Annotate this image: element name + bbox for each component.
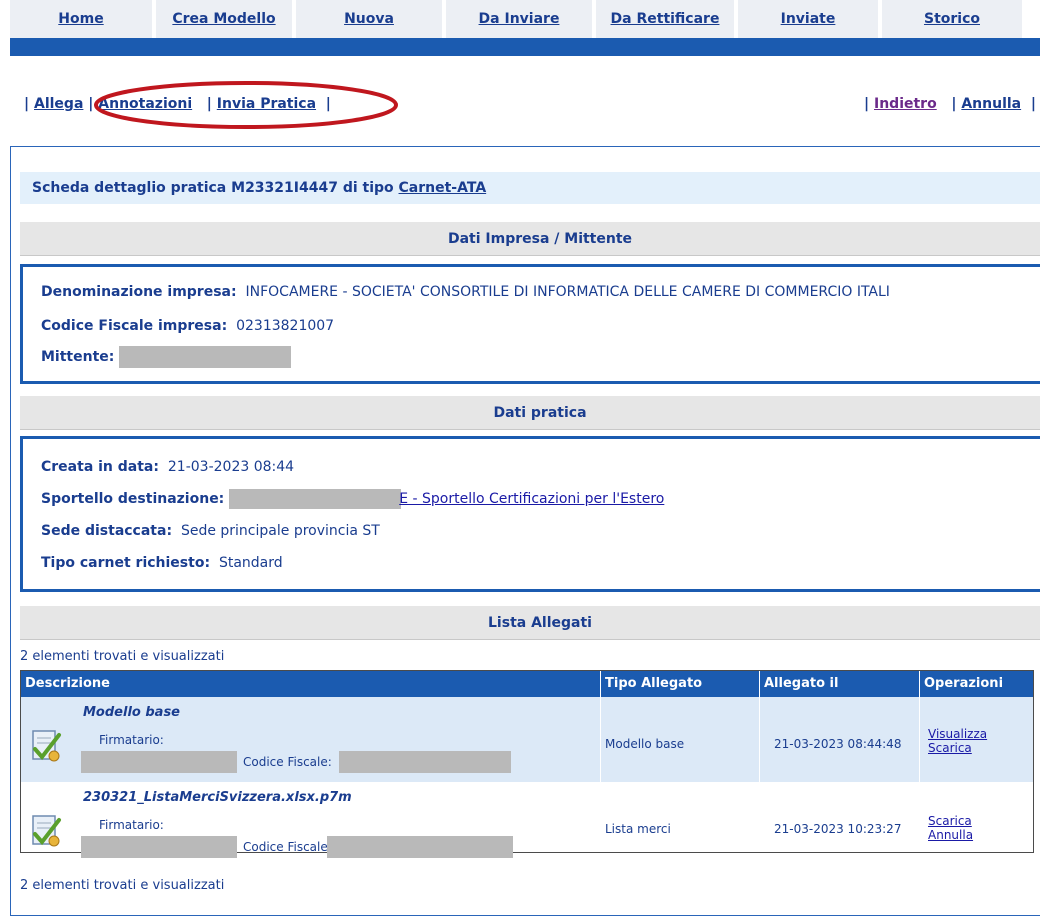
top-navigation: Home Crea Modello Nuova Da Inviare Da Re… bbox=[0, 0, 1040, 56]
scarica-link[interactable]: Scarica bbox=[928, 814, 973, 828]
panel-impresa: Denominazione impresa: INFOCAMERE - SOCI… bbox=[20, 264, 1040, 384]
sportello-link[interactable]: E - Sportello Certificazioni per l'Ester… bbox=[399, 491, 664, 507]
tab-home[interactable]: Home bbox=[10, 0, 152, 38]
field-creata-in-data: Creata in data: 21-03-2023 08:44 bbox=[41, 459, 295, 475]
tab-da-inviare[interactable]: Da Inviare bbox=[446, 0, 592, 38]
attachment-name: Modello base bbox=[83, 705, 180, 720]
field-tipo-carnet: Tipo carnet richiesto: Standard bbox=[41, 555, 283, 571]
cell-tipo: Lista merci bbox=[601, 782, 760, 852]
indietro-link[interactable]: Indietro bbox=[874, 96, 937, 112]
firmatario-label: Firmatario: bbox=[99, 733, 164, 747]
redacted-codice-fiscale bbox=[327, 836, 513, 858]
col-operazioni: Operazioni bbox=[924, 676, 1004, 691]
annulla-link[interactable]: Annulla bbox=[961, 96, 1021, 112]
section-allegati-heading: Lista Allegati bbox=[20, 606, 1040, 640]
action-links-right: | Indietro | Annulla | bbox=[864, 96, 1036, 112]
section-pratica-heading: Dati pratica bbox=[20, 396, 1040, 430]
cell-descrizione: 230321_ListaMerciSvizzera.xlsx.p7m Firma… bbox=[21, 782, 601, 858]
attachment-name: 230321_ListaMerciSvizzera.xlsx.p7m bbox=[83, 790, 352, 805]
cell-tipo: Modello base bbox=[601, 697, 760, 782]
detail-title-text: Scheda dettaglio pratica M23321I4447 di … bbox=[32, 180, 399, 196]
page-title: Scheda dettaglio pratica M23321I4447 di … bbox=[20, 172, 1040, 204]
field-mittente: Mittente: bbox=[41, 346, 291, 368]
visualizza-link[interactable]: Visualizza bbox=[928, 727, 987, 741]
type-link[interactable]: Carnet-ATA bbox=[399, 180, 487, 196]
tab-crea-modello[interactable]: Crea Modello bbox=[156, 0, 292, 38]
cell-operazioni: Scarica Annulla bbox=[920, 782, 1033, 852]
results-count-top: 2 elementi trovati e visualizzati bbox=[20, 649, 225, 664]
field-codice-fiscale-impresa: Codice Fiscale impresa: 02313821007 bbox=[41, 318, 335, 334]
firmatario-label: Firmatario: bbox=[99, 818, 164, 832]
nav-bar bbox=[10, 38, 1040, 56]
tab-nuova[interactable]: Nuova bbox=[296, 0, 442, 38]
highlight-oval bbox=[94, 81, 398, 129]
redacted-codice-fiscale bbox=[339, 751, 511, 773]
scarica-link[interactable]: Scarica bbox=[928, 741, 987, 755]
section-impresa-heading: Dati Impresa / Mittente bbox=[20, 222, 1040, 256]
nav-tabs: Home Crea Modello Nuova Da Inviare Da Re… bbox=[10, 0, 1026, 38]
codice-fiscale-label: Codice Fiscale: bbox=[243, 755, 332, 769]
tab-inviate[interactable]: Inviate bbox=[738, 0, 878, 38]
table-row: 230321_ListaMerciSvizzera.xlsx.p7m Firma… bbox=[21, 782, 1033, 858]
results-count-bottom: 2 elementi trovati e visualizzati bbox=[20, 878, 225, 893]
codice-fiscale-label: Codice Fiscale: bbox=[243, 840, 332, 854]
col-tipo-allegato: Tipo Allegato bbox=[601, 671, 760, 697]
cell-descrizione: Modello base Firmatario: Codice Fiscale: bbox=[21, 697, 601, 782]
allegati-table: Descrizione Tipo Allegato Allegato il Op… bbox=[20, 670, 1034, 858]
panel-pratica: Creata in data: 21-03-2023 08:44 Sportel… bbox=[20, 436, 1040, 592]
allega-link[interactable]: Allega bbox=[34, 96, 83, 112]
redacted-mittente bbox=[118, 346, 291, 368]
tab-da-rettificare[interactable]: Da Rettificare bbox=[596, 0, 734, 38]
redacted-firmatario bbox=[81, 751, 237, 773]
cell-operazioni: Visualizza Scarica bbox=[920, 697, 1033, 782]
cell-data: 21-03-2023 10:23:27 bbox=[760, 782, 920, 852]
cell-data: 21-03-2023 08:44:48 bbox=[760, 697, 920, 782]
signed-document-icon bbox=[32, 815, 61, 847]
field-sede-distaccata: Sede distaccata: Sede principale provinc… bbox=[41, 523, 380, 539]
annulla-attachment-link[interactable]: Annulla bbox=[928, 828, 973, 842]
col-descrizione: Descrizione bbox=[21, 671, 601, 697]
tab-storico[interactable]: Storico bbox=[882, 0, 1022, 38]
col-allegato-il: Allegato il bbox=[760, 671, 920, 697]
table-row: Modello base Firmatario: Codice Fiscale:… bbox=[21, 697, 1033, 782]
field-denominazione: Denominazione impresa: INFOCAMERE - SOCI… bbox=[41, 284, 890, 300]
redacted-sportello bbox=[228, 489, 401, 509]
field-sportello: Sportello destinazione: E - Sportello Ce… bbox=[41, 489, 665, 509]
redacted-firmatario bbox=[81, 836, 237, 858]
signed-document-icon bbox=[32, 730, 61, 762]
table-header: Descrizione Tipo Allegato Allegato il Op… bbox=[21, 671, 1033, 697]
